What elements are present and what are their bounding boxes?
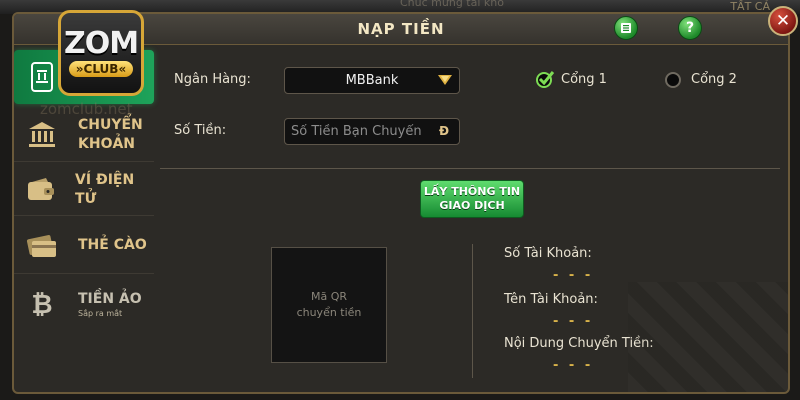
- info-divider: [472, 244, 473, 378]
- watermark: zomclub.net: [40, 100, 133, 118]
- card-icon: [22, 226, 62, 266]
- coming-soon-label: Sắp ra mắt: [78, 308, 123, 318]
- account-number-value: - - -: [553, 268, 594, 283]
- close-icon: ✕: [775, 11, 791, 31]
- sidebar-item-label: TIỀN ẢO Sắp ra mắt: [78, 290, 142, 318]
- bank-select-value: MBBank: [345, 73, 399, 88]
- sidebar-item-label: CHUYỂN KHOẢN: [78, 116, 143, 152]
- sidebar-item-scratch-card[interactable]: THẺ CÀO: [14, 218, 154, 274]
- background-notice-text: Chúc mừng tài khỏ: [400, 0, 504, 9]
- logo-text: ZOM: [63, 26, 139, 61]
- gate-1-radio[interactable]: [536, 71, 555, 88]
- get-transaction-info-button[interactable]: LẤY THÔNG TIN GIAO DỊCH: [420, 180, 524, 218]
- gate-2-label: Cổng 2: [691, 72, 737, 87]
- brand-logo: ZOM »CLUB«: [58, 10, 144, 96]
- sidebar-item-e-wallet[interactable]: VÍ ĐIỆN TỬ: [14, 164, 154, 216]
- bank-label: Ngân Hàng:: [174, 72, 251, 87]
- bank-icon: [22, 115, 62, 155]
- transfer-content-value: - - -: [553, 358, 594, 373]
- sidebar-item-crypto[interactable]: ₿ TIỀN ẢO Sắp ra mắt: [14, 276, 154, 332]
- amount-label: Số Tiền:: [174, 123, 227, 138]
- qr-code-placeholder: Mã QR chuyển tiền: [271, 247, 387, 363]
- currency-symbol: Đ: [439, 124, 450, 138]
- account-name-value: - - -: [553, 314, 594, 329]
- sidebar-item-label: THẺ CÀO: [78, 237, 147, 253]
- bitcoin-icon: ₿: [31, 289, 53, 320]
- transfer-content-label: Nội Dung Chuyển Tiền:: [504, 336, 654, 351]
- question-icon: ?: [685, 20, 695, 36]
- chevron-down-icon: [438, 75, 452, 85]
- sidebar-item-label: VÍ ĐIỆN TỬ: [75, 171, 135, 207]
- list-icon: [621, 23, 631, 33]
- mobile-bank-icon: [22, 57, 62, 97]
- bank-select[interactable]: MBBank: [284, 67, 460, 94]
- section-divider: [160, 168, 780, 169]
- wallet-icon: [22, 170, 59, 210]
- account-number-label: Số Tài Khoản:: [504, 246, 592, 261]
- history-button[interactable]: [614, 16, 638, 40]
- checkmark-icon: [538, 71, 555, 86]
- gate-1-label: Cổng 1: [561, 72, 607, 87]
- close-button[interactable]: ✕: [768, 6, 798, 36]
- gate-2-radio[interactable]: [665, 72, 681, 88]
- help-button[interactable]: ?: [678, 16, 702, 40]
- logo-subtext: »CLUB«: [68, 61, 134, 77]
- payment-method-sidebar: CHUYỂN KHOẢN VÍ ĐIỆN TỬ THẺ CÀO ₿ TIỀN Ả…: [14, 48, 154, 378]
- amount-input[interactable]: [284, 118, 460, 145]
- account-name-label: Tên Tài Khoản:: [504, 292, 598, 307]
